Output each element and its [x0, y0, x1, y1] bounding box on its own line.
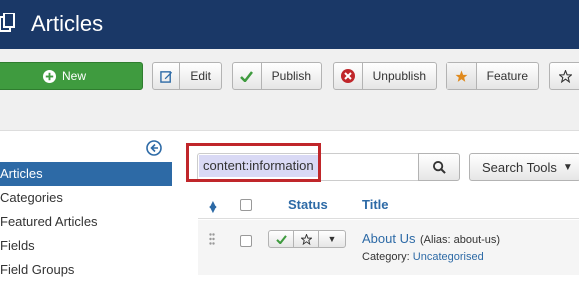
edit-icon — [153, 63, 181, 89]
drag-handle-icon[interactable] — [209, 233, 215, 245]
page-header: Articles — [0, 0, 579, 49]
star-outline-icon — [550, 63, 579, 89]
sidebar-item-fields[interactable]: Fields — [0, 234, 172, 258]
publish-button[interactable]: Publish — [232, 62, 322, 90]
check-icon — [275, 234, 287, 244]
published-toggle[interactable] — [269, 231, 294, 247]
search-tools-button[interactable]: Search Tools ▼ — [469, 153, 579, 181]
sidebar: Articles Categories Featured Articles Fi… — [0, 162, 172, 282]
new-label: New — [61, 69, 86, 83]
toolbar: New Edit Publish Unpublish Feature — [0, 49, 579, 131]
status-button-group: ▼ — [268, 230, 346, 248]
sidebar-item-field-groups[interactable]: Field Groups — [0, 258, 172, 282]
publish-label: Publish — [271, 69, 311, 83]
new-button[interactable]: New — [0, 62, 143, 90]
feature-button[interactable]: Feature — [446, 62, 539, 90]
status-column-header[interactable]: Status — [288, 197, 328, 212]
category-prefix: Category: — [362, 251, 410, 263]
cancel-circle-icon — [334, 63, 363, 89]
plus-circle-icon — [42, 69, 56, 83]
search-icon — [432, 160, 446, 174]
row-actions-dropdown[interactable]: ▼ — [319, 231, 345, 247]
caret-down-icon: ▼ — [562, 161, 573, 173]
feature-label: Feature — [486, 69, 528, 83]
table-header — [198, 193, 579, 219]
unpublish-button[interactable]: Unpublish — [333, 62, 437, 90]
select-all-checkbox[interactable] — [240, 199, 252, 211]
edit-label: Edit — [190, 69, 211, 83]
row-checkbox[interactable] — [240, 235, 252, 247]
copy-icon — [0, 13, 15, 32]
sidebar-item-featured-articles[interactable]: Featured Articles — [0, 210, 172, 234]
search-button[interactable] — [418, 153, 460, 181]
article-title-link[interactable]: About Us — [362, 231, 415, 246]
featured-toggle[interactable] — [294, 231, 319, 247]
check-icon — [233, 63, 262, 89]
search-highlight — [186, 143, 321, 182]
sidebar-item-articles[interactable]: Articles — [0, 162, 172, 186]
page-title: Articles — [31, 11, 104, 36]
edit-button[interactable]: Edit — [152, 62, 222, 90]
article-alias: (Alias: about-us) — [420, 234, 501, 246]
unpublish-label: Unpublish — [372, 69, 426, 83]
sidebar-item-categories[interactable]: Categories — [0, 186, 172, 210]
star-icon — [447, 63, 477, 89]
unfeature-button[interactable] — [549, 62, 579, 90]
star-outline-icon — [300, 233, 312, 245]
title-column-header[interactable]: Title — [362, 197, 389, 212]
category-link[interactable]: Uncategorised — [413, 251, 484, 263]
collapse-sidebar-icon[interactable] — [146, 140, 162, 156]
caret-down-icon: ▼ — [327, 234, 337, 244]
search-tools-label: Search Tools — [482, 159, 557, 175]
article-category: Category: Uncategorised — [362, 251, 484, 263]
table-row — [198, 220, 579, 275]
